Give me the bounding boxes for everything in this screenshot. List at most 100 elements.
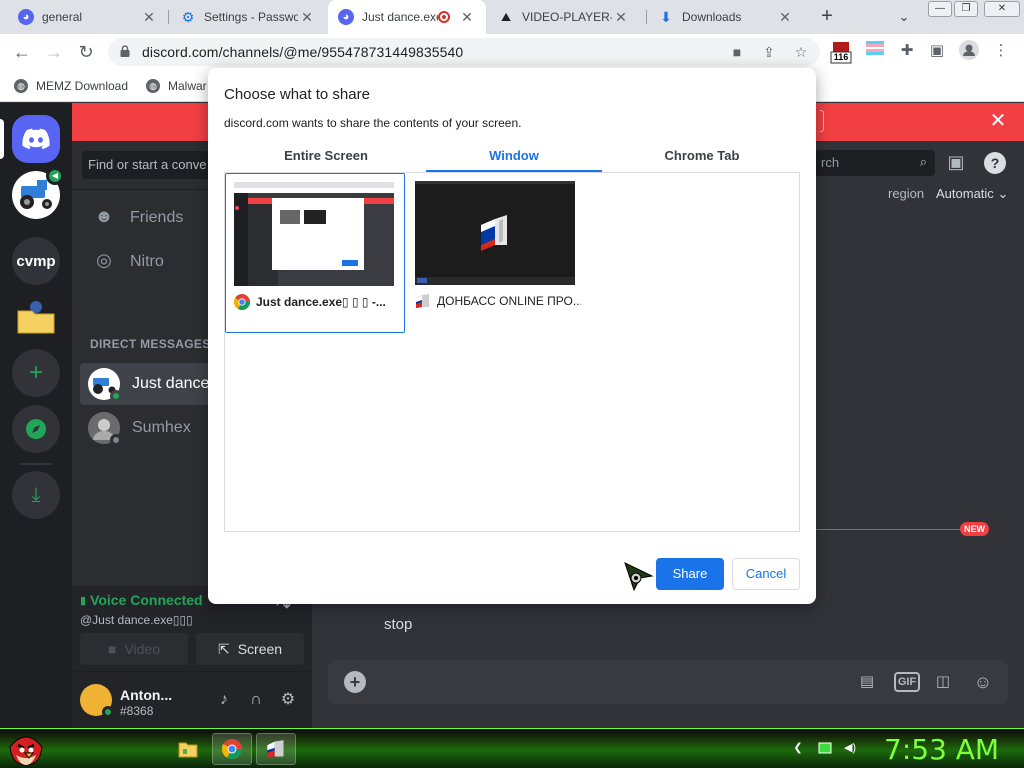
server-folder[interactable] <box>12 293 60 341</box>
taskbar-clock[interactable]: 7:53 AM <box>884 733 999 766</box>
gif-button[interactable]: GIF <box>894 672 920 692</box>
video-button[interactable]: ■ Video <box>80 633 188 665</box>
camera-icon[interactable]: ■ <box>728 43 746 61</box>
tab-entire-screen[interactable]: Entire Screen <box>238 144 414 172</box>
chevron-down-icon: ⌄ <box>997 186 1009 201</box>
donbass-app-icon <box>267 740 284 758</box>
tab-just-dance[interactable]: ◕ Just dance.exe ✕ <box>328 0 486 34</box>
profile-avatar-icon[interactable] <box>958 40 980 62</box>
taskbar-file-explorer[interactable] <box>168 733 208 765</box>
close-icon[interactable]: ✕ <box>140 9 158 26</box>
tab-strip: ◕ general ✕ ⚙ Settings - Passwo ✕ ◕ Just… <box>0 0 1024 34</box>
extensions-puzzle-icon[interactable]: ✚ <box>896 40 918 62</box>
close-icon[interactable]: ✕ <box>612 9 630 26</box>
inbox-icon[interactable]: ▣ <box>944 152 968 176</box>
source-donbass[interactable]: ДОНБАСС ONLINE ПРО... <box>407 173 587 333</box>
home-button[interactable] <box>12 115 60 163</box>
dm-header: DIRECT MESSAGES <box>90 337 211 351</box>
tray-overflow-icon[interactable]: ❮ <box>790 741 806 757</box>
tray-battery-icon[interactable] <box>818 741 834 757</box>
tab-general[interactable]: ◕ general ✕ <box>8 0 168 34</box>
sticker-icon[interactable]: ◫ <box>932 671 954 693</box>
share-icon[interactable]: ⇪ <box>760 43 778 61</box>
new-tab-button[interactable]: + <box>814 4 840 30</box>
window-close-button[interactable]: ✕ <box>984 1 1020 17</box>
source-label-text: ДОНБАСС ONLINE ПРО... <box>437 294 581 308</box>
search-icon: ⌕ <box>919 154 927 169</box>
tab-video-player[interactable]: ⛰ VIDEO-PLAYER-G ✕ <box>488 0 640 34</box>
region-select[interactable]: Automatic ⌄ <box>936 186 1008 202</box>
extension-badge-icon[interactable]: 116 <box>830 40 852 64</box>
tray-volume-icon[interactable]: ◀) <box>842 741 858 757</box>
gift-icon[interactable]: ▤ <box>856 671 878 693</box>
header-search-input[interactable]: rch ⌕ <box>815 150 935 176</box>
share-screen-dialog: Choose what to share discord.com wants t… <box>208 68 816 604</box>
bookmark-star-icon[interactable]: ☆ <box>792 43 810 61</box>
screen-share-button[interactable]: ⇱ Screen <box>196 633 304 665</box>
bookmark-memz[interactable]: ◍ MEMZ Download <box>14 76 128 96</box>
server-tractor[interactable]: ◀ <box>12 167 64 219</box>
tab-title: Settings - Passwo <box>204 10 298 24</box>
share-button[interactable]: Share <box>656 558 724 590</box>
tab-title: Downloads <box>682 10 742 24</box>
tab-title: general <box>42 10 83 24</box>
bookmark-malwar[interactable]: ◍ Malwar <box>146 76 207 96</box>
tab-search-icon[interactable]: ⌄ <box>892 6 916 28</box>
region-value: Automatic <box>936 186 994 201</box>
tab-downloads[interactable]: ⬇ Downloads ✕ <box>648 0 804 34</box>
emoji-icon[interactable]: ☺ <box>972 671 994 693</box>
nitro-icon: ◎ <box>96 250 112 270</box>
taskbar: ❮ ◀) 7:53 AM <box>0 728 1024 768</box>
triangle-icon: ⛰ <box>500 9 512 24</box>
reload-icon[interactable]: ↻ <box>74 40 98 64</box>
attach-plus-icon[interactable]: + <box>344 671 366 693</box>
url-text: discord.com/channels/@me/955478731449835… <box>142 44 464 60</box>
close-icon[interactable]: ✕ <box>458 9 476 26</box>
bookmark-label: Malwar <box>168 79 207 93</box>
voice-status-label: Voice Connected <box>90 592 203 608</box>
source-just-dance[interactable]: Just dance.exe▯ ▯ ▯ -... <box>225 173 405 333</box>
dm-name: Sumhex <box>132 419 191 436</box>
dm-name: Just dance. <box>132 375 214 392</box>
help-icon[interactable]: ? <box>984 152 1006 174</box>
tab-settings[interactable]: ⚙ Settings - Passwo ✕ <box>170 0 326 34</box>
banner-action-button[interactable] <box>820 110 824 132</box>
download-apps-button[interactable]: ⤓ <box>12 471 60 519</box>
status-online-icon <box>102 706 114 718</box>
user-avatar[interactable] <box>80 684 114 718</box>
chrome-menu-icon[interactable]: ⋮ <box>990 40 1012 62</box>
settings-gear-icon[interactable]: ⚙ <box>276 688 300 712</box>
back-icon[interactable]: ← <box>10 40 34 64</box>
message-composer[interactable]: + ▤ GIF ◫ ☺ <box>328 660 1008 704</box>
microphone-icon[interactable]: ♪ <box>212 688 236 712</box>
taskbar-chrome[interactable] <box>212 733 252 765</box>
explore-servers-button[interactable] <box>12 405 60 453</box>
banner-close-icon[interactable]: ✕ <box>986 109 1010 133</box>
friends-label: Friends <box>130 209 184 226</box>
server-cvmp[interactable]: cvmp <box>12 237 60 285</box>
close-icon[interactable]: ✕ <box>298 9 316 26</box>
voice-channel[interactable]: @Just dance.exe▯▯▯ <box>80 613 193 627</box>
chrome-icon <box>234 294 250 310</box>
address-bar[interactable]: discord.com/channels/@me/955478731449835… <box>108 38 820 66</box>
close-icon[interactable]: ✕ <box>776 9 794 26</box>
restore-button[interactable]: ❐ <box>954 1 978 17</box>
taskbar-donbass-app[interactable] <box>256 733 296 765</box>
headphones-icon[interactable]: ∩ <box>244 688 268 712</box>
tab-window[interactable]: Window <box>426 144 602 172</box>
minimize-button[interactable]: — <box>928 1 952 17</box>
discord-icon: ◕ <box>338 9 354 25</box>
plus-icon: + <box>28 359 43 386</box>
add-server-button[interactable]: + <box>12 349 60 397</box>
username: Anton... <box>120 687 173 703</box>
side-panel-icon[interactable]: ▣ <box>926 40 948 62</box>
angry-bird-start-icon[interactable] <box>4 725 48 768</box>
tab-title: VIDEO-PLAYER-G <box>522 10 612 24</box>
source-thumbnail <box>415 181 575 285</box>
source-label: Just dance.exe▯ ▯ ▯ -... <box>234 294 400 310</box>
tab-chrome-tab[interactable]: Chrome Tab <box>614 144 790 172</box>
cancel-button[interactable]: Cancel <box>732 558 800 590</box>
trans-flag-icon[interactable] <box>864 40 886 62</box>
region-label: region <box>888 186 925 201</box>
forward-icon[interactable]: → <box>42 40 66 64</box>
